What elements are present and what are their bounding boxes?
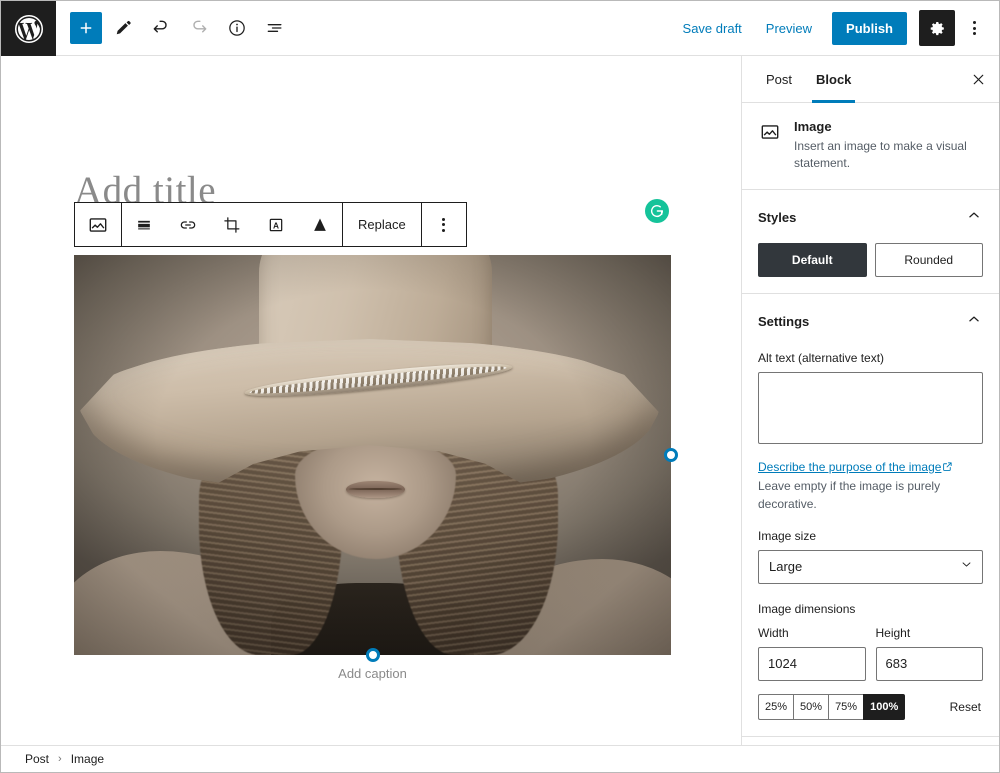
style-variation-list: Default Rounded	[758, 242, 983, 277]
image-dimensions-label: Image dimensions	[758, 601, 856, 616]
editor-top-bar: Save draft Preview Publish	[1, 1, 999, 56]
style-rounded-button[interactable]: Rounded	[874, 242, 983, 277]
details-info-button[interactable]	[220, 11, 254, 45]
vertical-dots-icon	[972, 21, 976, 35]
add-text-over-image-icon[interactable]: A	[254, 203, 298, 246]
block-card-description: Insert an image to make a visual stateme…	[794, 139, 967, 171]
scale-75-button[interactable]: 75%	[828, 693, 864, 720]
external-link-icon	[942, 459, 953, 477]
image-block-icon[interactable]	[75, 203, 121, 246]
image-caption-placeholder[interactable]: Add caption	[74, 666, 671, 681]
sidebar-tabs: Post Block	[742, 56, 999, 103]
breadcrumb-post[interactable]: Post	[25, 752, 49, 766]
styles-panel-title: Styles	[758, 209, 797, 225]
top-bar-left-tools	[56, 1, 292, 55]
list-view-button[interactable]	[258, 11, 292, 45]
block-settings-sidebar: Post Block Image Insert an image to make…	[741, 56, 999, 745]
height-label: Height	[875, 625, 911, 640]
scale-percent-row: 25% 50% 75% 100% Reset	[758, 693, 983, 720]
image-size-label: Image size	[758, 528, 817, 543]
block-card: Image Insert an image to make a visual s…	[758, 119, 983, 173]
reset-dimensions-button[interactable]: Reset	[948, 696, 983, 718]
settings-panel-header[interactable]: Settings	[758, 310, 983, 333]
tab-post[interactable]: Post	[754, 56, 804, 102]
replace-button[interactable]: Replace	[343, 203, 421, 246]
crop-icon[interactable]	[210, 203, 254, 246]
wordpress-block-editor: Save draft Preview Publish Add title A R…	[0, 0, 1000, 773]
editor-canvas[interactable]: Add title A Replace Add caption	[1, 56, 741, 745]
border-panel[interactable]: Border	[742, 737, 999, 745]
wordpress-logo-icon[interactable]	[1, 1, 56, 56]
scale-100-button[interactable]: 100%	[863, 693, 906, 720]
top-bar-right-actions: Save draft Preview Publish	[673, 1, 999, 55]
editor-body: Add title A Replace Add caption Post Blo…	[1, 56, 999, 745]
save-draft-button[interactable]: Save draft	[673, 15, 752, 42]
block-options-group	[422, 203, 466, 246]
height-field-group: Height	[875, 625, 983, 681]
image-block-icon	[758, 120, 782, 144]
scale-percent-group: 25% 50% 75% 100%	[758, 693, 906, 720]
link-icon[interactable]	[166, 203, 210, 246]
settings-gear-button[interactable]	[919, 10, 955, 46]
styles-panel-header[interactable]: Styles	[758, 206, 983, 229]
width-input[interactable]	[758, 646, 866, 681]
preview-button[interactable]: Preview	[756, 15, 822, 42]
resize-handle-bottom[interactable]	[365, 648, 380, 662]
undo-button[interactable]	[144, 11, 178, 45]
duotone-filter-icon[interactable]	[298, 203, 342, 246]
replace-group: Replace	[343, 203, 421, 246]
width-field-group: Width	[758, 626, 866, 681]
image-block[interactable]	[74, 255, 678, 662]
tab-block[interactable]: Block	[804, 56, 863, 103]
align-icon[interactable]	[122, 203, 166, 246]
add-block-button[interactable]	[70, 12, 102, 44]
resize-handle-right[interactable]	[664, 448, 678, 462]
scale-50-button[interactable]: 50%	[793, 693, 829, 720]
image-photo[interactable]	[74, 255, 671, 655]
breadcrumb-separator-icon: ›	[58, 753, 62, 765]
svg-text:A: A	[273, 220, 279, 230]
chevron-up-icon	[965, 206, 983, 229]
grammarly-badge-icon[interactable]	[645, 199, 669, 223]
top-bar-spacer	[292, 1, 673, 55]
width-label: Width	[758, 625, 789, 640]
block-format-group: A	[122, 203, 342, 246]
alt-text-help-text: Leave empty if the image is purely decor…	[758, 478, 941, 511]
redo-button[interactable]	[182, 11, 216, 45]
alt-text-field-group: Alt text (alternative text) Describe the…	[758, 351, 983, 513]
styles-panel: Styles Default Rounded	[742, 190, 999, 294]
describe-purpose-link[interactable]: Describe the purpose of the image	[758, 460, 941, 474]
chevron-up-icon	[965, 310, 983, 333]
more-options-button[interactable]	[959, 11, 989, 45]
image-size-select-wrap: Large	[758, 549, 983, 584]
image-size-field-group: Image size Large	[758, 529, 983, 584]
vertical-dots-icon	[442, 217, 446, 232]
scale-25-button[interactable]: 25%	[758, 693, 794, 720]
tools-pencil-button[interactable]	[106, 11, 140, 45]
image-size-select[interactable]: Large	[758, 549, 983, 584]
editor-footer-breadcrumb: Post › Image	[1, 745, 999, 772]
height-input[interactable]	[875, 646, 983, 681]
block-type-group	[75, 203, 121, 246]
image-dimensions-row: Width Height	[758, 626, 983, 681]
photo-vignette	[74, 255, 671, 655]
block-card-section: Image Insert an image to make a visual s…	[742, 103, 999, 190]
style-default-button[interactable]: Default	[758, 242, 867, 277]
close-sidebar-button[interactable]	[961, 62, 995, 96]
settings-panel-title: Settings	[758, 313, 810, 329]
image-block-toolbar: A Replace	[74, 202, 467, 247]
block-card-title: Image	[794, 119, 832, 134]
breadcrumb-image[interactable]: Image	[71, 752, 104, 766]
sidebar-scroll-area[interactable]: Image Insert an image to make a visual s…	[742, 103, 999, 745]
publish-button[interactable]: Publish	[832, 11, 907, 45]
settings-panel: Settings Alt text (alternative text) Des…	[742, 294, 999, 737]
block-card-text: Image Insert an image to make a visual s…	[794, 119, 983, 173]
alt-text-label: Alt text (alternative text)	[758, 350, 885, 365]
alt-text-input[interactable]	[758, 371, 983, 444]
block-more-options-button[interactable]	[422, 203, 466, 246]
alt-text-help: Describe the purpose of the image Leave e…	[758, 458, 983, 513]
